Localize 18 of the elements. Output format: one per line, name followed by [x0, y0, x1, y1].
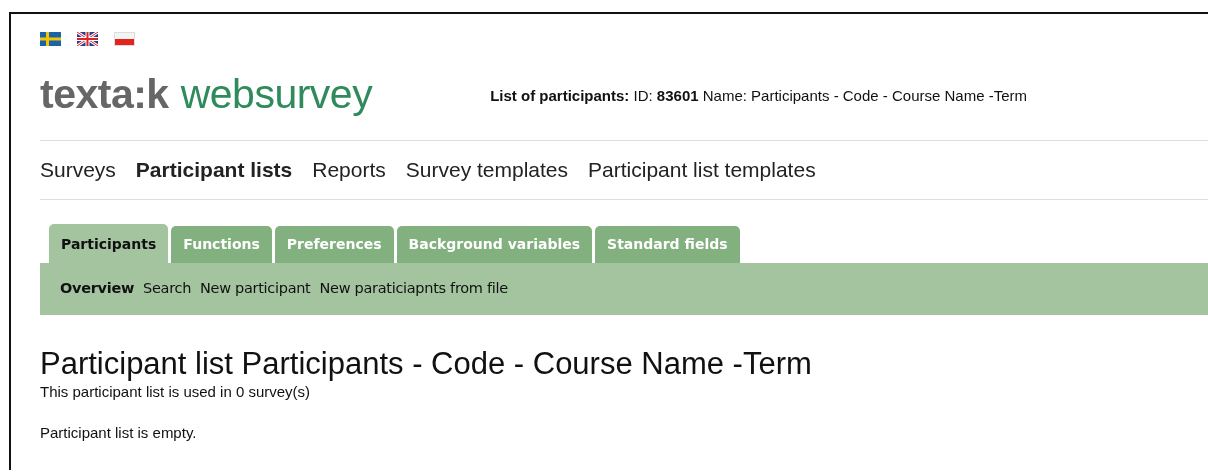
poland-flag-icon[interactable] — [114, 32, 135, 46]
tab[interactable]: Participants — [49, 224, 169, 263]
uk-flag-icon[interactable] — [77, 32, 98, 46]
nav-link[interactable]: Participant list templates — [588, 154, 816, 186]
empty-message: Participant list is empty. — [40, 423, 198, 444]
nav-link[interactable]: Surveys — [40, 154, 116, 186]
nav-link[interactable]: Survey templates — [405, 154, 569, 186]
nav-link[interactable]: Reports — [312, 154, 386, 186]
subnav-link[interactable]: Search — [143, 278, 192, 300]
subnav-link[interactable]: Overview — [60, 278, 134, 300]
sweden-flag-icon[interactable] — [40, 32, 61, 46]
logo: texta:k websurvey — [40, 73, 373, 119]
nav-link[interactable]: Participant lists — [135, 154, 293, 186]
subnav-link[interactable]: New paraticiapnts from file — [319, 278, 508, 300]
page-title: Participant list Participants - Code - Course Name -Term — [40, 348, 813, 381]
usage-note: This participant list is used in 0 survey(s) — [40, 381, 312, 402]
list-info: List of participants: ID: 83601 Name: Participants - Code - Course Name -Term — [490, 85, 1027, 106]
subnav-link[interactable]: New participant — [200, 278, 311, 300]
